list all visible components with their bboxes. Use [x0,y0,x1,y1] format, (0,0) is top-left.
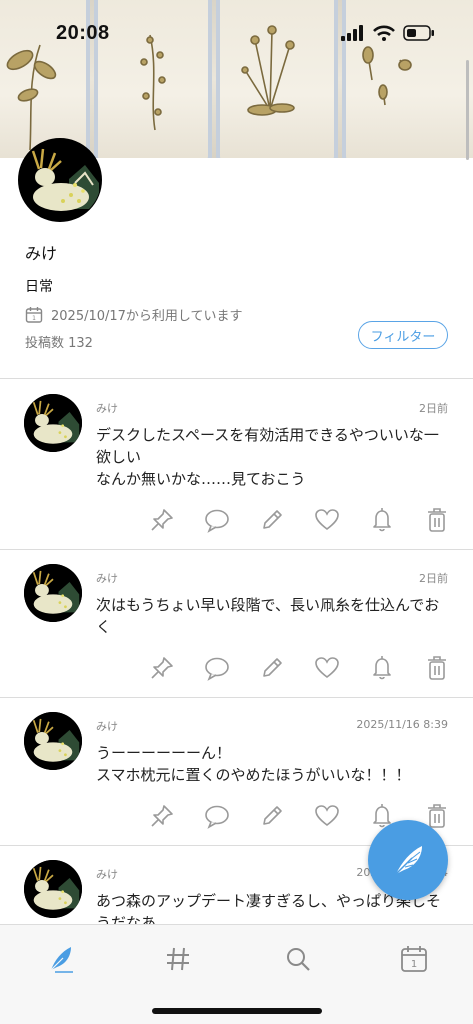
post-text: うーーーーーーん！ スマホ枕元に置くのやめたほうがいいな！！！ [96,744,411,784]
profile-bio: 日常 [25,279,53,295]
trash-icon [425,654,449,682]
post-time: 2日前 [419,402,448,415]
deer-avatar-illustration [19,139,101,221]
pencil-icon [259,507,285,533]
search-icon [287,948,310,971]
profile-name: みけ [25,244,58,263]
post-author: みけ [96,402,118,415]
tab-timeline[interactable] [38,939,82,979]
edit-button[interactable] [256,652,288,684]
post-text: 次はもうちょい早い段階で、長い凧糸を仕込んでおく [96,596,440,636]
filter-button[interactable]: フィルター [358,321,448,349]
pin-icon [149,655,175,681]
post-actions [146,504,453,536]
delete-button[interactable] [421,652,453,684]
reply-button[interactable] [201,800,233,832]
divider [0,378,473,379]
post-count: 投稿数 132 [25,336,93,351]
notify-button[interactable] [366,652,398,684]
tab-hashtags[interactable] [156,939,200,979]
edit-button[interactable] [256,504,288,536]
like-button[interactable] [311,800,343,832]
pencil-icon [259,655,285,681]
calendar-icon: 1 [25,306,43,323]
post-avatar[interactable] [24,860,82,918]
compose-button[interactable] [368,820,448,900]
post-text: デスクしたスペースを有効活用できるやついいな一欲しい なんか無いかな……見ておこ… [96,426,439,488]
post-author: みけ [96,572,118,585]
deer-avatar-illustration [24,712,82,770]
post-item[interactable]: みけ 2日前デスクしたスペースを有効活用できるやついいな一欲しい なんか無いかな…… [0,380,473,550]
post-author: みけ [96,868,118,881]
like-button[interactable] [311,504,343,536]
hashtag-icon [167,947,189,971]
heart-icon [313,507,341,533]
post-author: みけ [96,720,118,733]
profile-avatar[interactable] [18,138,102,222]
deer-avatar-illustration [24,394,82,452]
heart-icon [313,803,341,829]
comment-icon [203,655,231,681]
cover-image: 20:08 [0,0,473,158]
svg-text:1: 1 [32,315,36,322]
reply-button[interactable] [201,504,233,536]
pencil-icon [259,803,285,829]
edit-button[interactable] [256,800,288,832]
home-indicator [152,1008,322,1014]
trash-icon [425,506,449,534]
post-time: 2日前 [419,572,448,585]
tab-search[interactable] [276,939,320,979]
like-button[interactable] [311,652,343,684]
tab-calendar[interactable]: 1 [392,939,436,979]
notify-button[interactable] [366,504,398,536]
post-avatar[interactable] [24,712,82,770]
post-time: 2025/11/16 8:39 [356,718,448,731]
heart-icon [313,655,341,681]
reply-button[interactable] [201,652,233,684]
signal-icon [341,25,363,41]
pin-icon [149,803,175,829]
post-avatar[interactable] [24,564,82,622]
comment-icon [203,803,231,829]
member-since-row: 1 2025/10/17から利用しています [25,305,243,324]
calendar-icon: 1 [401,946,427,972]
pin-button[interactable] [146,652,178,684]
scroll-indicator [466,60,469,160]
pin-icon [149,507,175,533]
deer-avatar-illustration [24,860,82,918]
bell-icon [369,506,395,534]
member-since-text: 2025/10/17から利用しています [51,309,243,324]
feather-icon [50,947,73,973]
battery-icon [403,25,434,41]
pin-button[interactable] [146,800,178,832]
delete-button[interactable] [421,504,453,536]
post-avatar[interactable] [24,394,82,452]
post-item[interactable]: みけ 2日前次はもうちょい早い段階で、長い凧糸を仕込んでおく [0,550,473,698]
post-actions [146,652,453,684]
svg-text:1: 1 [411,959,417,970]
comment-icon [203,507,231,533]
wifi-icon [373,25,395,41]
feather-icon [395,846,422,875]
bell-icon [369,654,395,682]
status-icons [341,25,435,41]
status-time: 20:08 [56,22,110,44]
deer-avatar-illustration [24,564,82,622]
pin-button[interactable] [146,504,178,536]
